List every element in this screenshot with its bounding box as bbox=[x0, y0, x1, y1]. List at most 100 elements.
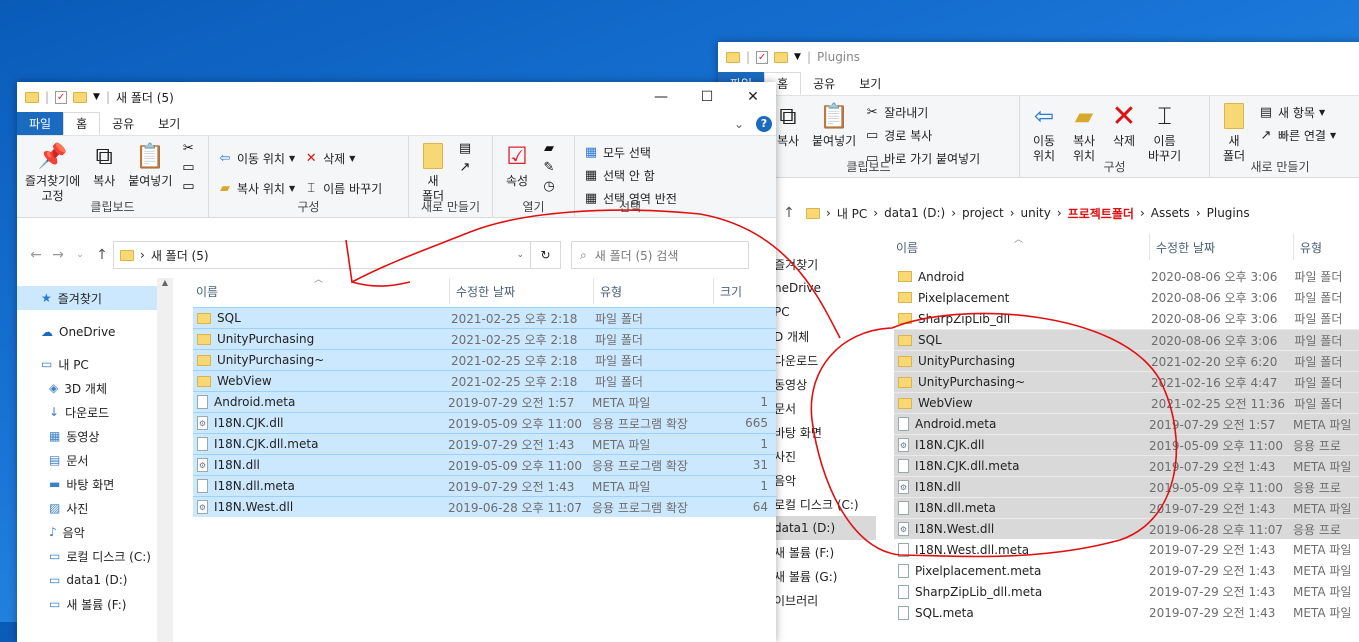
sidebar-item[interactable]: ♪ 음악 bbox=[17, 520, 157, 544]
table-row[interactable]: I18N.dll.meta 2019-07-29 오전 1:43 META 파일 1 bbox=[193, 475, 776, 496]
ribbon-collapse-chevron-icon[interactable]: ⌄ bbox=[726, 112, 752, 135]
sidebar-item[interactable]: D 개체 bbox=[766, 324, 876, 348]
new-item-button[interactable]: ▤ 새 항목 ▼ bbox=[1258, 102, 1336, 122]
table-row[interactable]: Pixelplacement.meta 2019-07-29 오전 1:43 MET… bbox=[894, 560, 1359, 581]
sidebar-item[interactable]: 문서 bbox=[766, 396, 876, 420]
table-row[interactable]: ⚙ I18N.West.dll 2019-06-28 오후 11:07 응용 프로그램… bbox=[193, 496, 776, 517]
sidebar-item[interactable]: ▭ 새 볼륨 (F:) bbox=[17, 592, 157, 616]
table-row[interactable]: SQL 2021-02-25 오후 2:18 파일 폴더 bbox=[193, 307, 776, 328]
table-row[interactable]: ⚙ I18N.CJK.dll 2019-05-09 오후 11:00 응용 프로그램 … bbox=[193, 412, 776, 433]
scissors-icon[interactable]: ✂ bbox=[180, 140, 196, 156]
sidebar-item[interactable]: ▭ data1 (D:) bbox=[17, 568, 157, 592]
breadcrumb-item[interactable]: project bbox=[962, 206, 1004, 220]
table-row[interactable]: I18N.dll.meta 2019-07-29 오전 1:43 META 파일 bbox=[894, 497, 1359, 518]
sidebar-item[interactable]: ◈ 3D 개체 bbox=[17, 376, 157, 400]
sidebar-item[interactable]: 바탕 화면 bbox=[766, 420, 876, 444]
sidebar-item[interactable]: ☁ OneDrive bbox=[17, 320, 157, 344]
properties-check-icon[interactable]: ✓ bbox=[756, 50, 769, 64]
column-header-type[interactable]: 유형 bbox=[1294, 234, 1359, 260]
table-row[interactable]: UnityPurchasing 2021-02-20 오후 6:20 파일 폴더 bbox=[894, 350, 1359, 371]
table-row[interactable]: ⚙ I18N.dll 2019-05-09 오후 11:00 응용 프로 bbox=[894, 476, 1359, 497]
sidebar-item[interactable]: 다운로드 bbox=[766, 348, 876, 372]
table-row[interactable]: Android.meta 2019-07-29 오전 1:57 META 파일 bbox=[894, 413, 1359, 434]
help-icon[interactable]: ? bbox=[752, 112, 776, 135]
table-row[interactable]: I18N.CJK.dll.meta 2019-07-29 오전 1:43 META … bbox=[193, 433, 776, 454]
column-header-name[interactable]: 이름 bbox=[190, 278, 450, 304]
delete-button[interactable]: ✕ 삭제 ▼ bbox=[303, 148, 382, 168]
table-row[interactable]: Pixelplacement 2020-08-06 오후 3:06 파일 폴더 bbox=[894, 287, 1359, 308]
nav-scrollbar[interactable]: ▲ bbox=[157, 278, 173, 642]
sidebar-item[interactable]: ▭ 로컬 디스크 (C:) bbox=[17, 544, 157, 568]
path-icon[interactable]: ▭ bbox=[180, 159, 196, 175]
table-row[interactable]: SharpZipLib_dll 2020-08-06 오후 3:06 파일 폴더 bbox=[894, 308, 1359, 329]
column-header-date[interactable]: 수정한 날짜 bbox=[1150, 234, 1294, 260]
maximize-icon[interactable]: ☐ bbox=[684, 82, 730, 112]
copy-path-button[interactable]: ▭ 경로 복사 bbox=[864, 125, 980, 145]
table-row[interactable]: Android 2020-08-06 오후 3:06 파일 폴더 bbox=[894, 266, 1359, 287]
table-row[interactable]: WebView 2021-02-25 오후 2:18 파일 폴더 bbox=[193, 370, 776, 391]
table-row[interactable]: SQL.meta 2019-07-29 오전 1:43 META 파일 bbox=[894, 602, 1359, 623]
new-folder-icon[interactable] bbox=[774, 51, 789, 63]
open-folder-icon[interactable]: ▰ bbox=[541, 140, 557, 156]
sidebar-item[interactable]: 음악 bbox=[766, 468, 876, 492]
table-row[interactable]: WebView 2021-02-25 오전 11:36 파일 폴더 bbox=[894, 392, 1359, 413]
sidebar-item[interactable]: ↓ 다운로드 bbox=[17, 400, 157, 424]
close-icon[interactable]: ✕ bbox=[730, 82, 776, 112]
table-row[interactable]: UnityPurchasing~ 2021-02-16 오후 4:47 파일 폴더 bbox=[894, 371, 1359, 392]
copy-to-button[interactable]: ▰ 복사 위치 ▼ bbox=[217, 178, 295, 198]
edit-icon[interactable]: ✎ bbox=[541, 159, 557, 175]
sidebar-item[interactable]: neDrive bbox=[766, 276, 876, 300]
breadcrumb-item[interactable]: 내 PC bbox=[837, 205, 867, 222]
sidebar-item[interactable]: data1 (D:) bbox=[766, 516, 876, 540]
new-item-icon[interactable]: ▤ bbox=[457, 140, 473, 156]
up-arrow-icon[interactable]: ↑ bbox=[778, 205, 800, 221]
up-arrow-icon[interactable]: ↑ bbox=[91, 247, 113, 263]
table-row[interactable]: Android.meta 2019-07-29 오전 1:57 META 파일 1 bbox=[193, 391, 776, 412]
sidebar-item[interactable]: 새 볼륨 (G:) bbox=[766, 564, 876, 588]
history-icon[interactable]: ◷ bbox=[541, 178, 557, 194]
sidebar-item[interactable]: 새 볼륨 (F:) bbox=[766, 540, 876, 564]
address-bar[interactable]: › 새 폴더 (5) ⌄ bbox=[113, 241, 531, 269]
sidebar-item[interactable]: ▭ 내 PC bbox=[17, 352, 157, 376]
select-all-button[interactable]: ▦ 모두 선택 bbox=[583, 142, 677, 162]
table-row[interactable]: ⚙ I18N.West.dll 2019-06-28 오후 11:07 응용 프로 bbox=[894, 518, 1359, 539]
table-row[interactable]: I18N.CJK.dll.meta 2019-07-29 오전 1:43 META … bbox=[894, 455, 1359, 476]
properties-check-icon[interactable]: ✓ bbox=[55, 90, 68, 104]
breadcrumb-item[interactable]: 프로젝트폴더 bbox=[1068, 205, 1134, 222]
column-header-size[interactable]: 크기 bbox=[714, 278, 774, 304]
sidebar-item[interactable]: ▨ 사진 bbox=[17, 496, 157, 520]
easy-access-button[interactable]: ↗ 빠른 연결 ▼ bbox=[1258, 125, 1337, 145]
search-box[interactable]: ⌕ 새 폴더 (5) 검색 bbox=[571, 241, 749, 269]
recent-chevron-icon[interactable]: ⌄ bbox=[69, 250, 91, 260]
table-row[interactable]: UnityPurchasing~ 2021-02-25 오후 2:18 파일 폴더 bbox=[193, 349, 776, 370]
tab-share[interactable]: 공유 bbox=[100, 112, 146, 135]
cut-button[interactable]: ✂ 잘라내기 bbox=[864, 102, 980, 122]
table-row[interactable]: SQL 2020-08-06 오후 3:06 파일 폴더 bbox=[894, 329, 1359, 350]
breadcrumb-item[interactable]: Assets bbox=[1151, 206, 1190, 220]
sidebar-item[interactable]: 이브러리 bbox=[766, 588, 876, 612]
tab-view[interactable]: 보기 bbox=[847, 72, 893, 95]
breadcrumb-item[interactable]: data1 (D:) bbox=[884, 206, 945, 220]
address-bar[interactable]: › 내 PC › data1 (D:) › project › unity › 프로젝트… bbox=[800, 199, 1359, 227]
sidebar-item[interactable]: ▬ 바탕 화면 bbox=[17, 472, 157, 496]
forward-arrow-icon[interactable]: → bbox=[47, 247, 69, 263]
address-dropdown-icon[interactable]: ⌄ bbox=[516, 250, 524, 260]
easy-access-icon[interactable]: ↗ bbox=[457, 159, 473, 175]
breadcrumb-item[interactable]: Plugins bbox=[1207, 206, 1250, 220]
select-none-button[interactable]: ▦ 선택 안 함 bbox=[583, 165, 677, 185]
tab-view[interactable]: 보기 bbox=[146, 112, 192, 135]
column-header-type[interactable]: 유형 bbox=[594, 278, 714, 304]
tab-file[interactable]: 파일 bbox=[17, 112, 64, 135]
breadcrumb-item[interactable]: unity bbox=[1021, 206, 1051, 220]
refresh-button[interactable]: ↻ bbox=[531, 241, 561, 269]
sidebar-item[interactable]: 동영상 bbox=[766, 372, 876, 396]
sidebar-item[interactable]: ★ 즐겨찾기 bbox=[17, 286, 157, 310]
sidebar-item[interactable]: PC bbox=[766, 300, 876, 324]
tab-share[interactable]: 공유 bbox=[801, 72, 847, 95]
table-row[interactable]: UnityPurchasing 2021-02-25 오후 2:18 파일 폴더 bbox=[193, 328, 776, 349]
new-folder-icon[interactable] bbox=[73, 91, 88, 103]
table-row[interactable]: I18N.West.dll.meta 2019-07-29 오전 1:43 META… bbox=[894, 539, 1359, 560]
column-header-date[interactable]: 수정한 날짜 bbox=[450, 278, 594, 304]
chevron-down-icon[interactable]: ▼ bbox=[794, 52, 801, 62]
rename-button[interactable]: ⌶ 이름 바꾸기 bbox=[303, 178, 382, 198]
